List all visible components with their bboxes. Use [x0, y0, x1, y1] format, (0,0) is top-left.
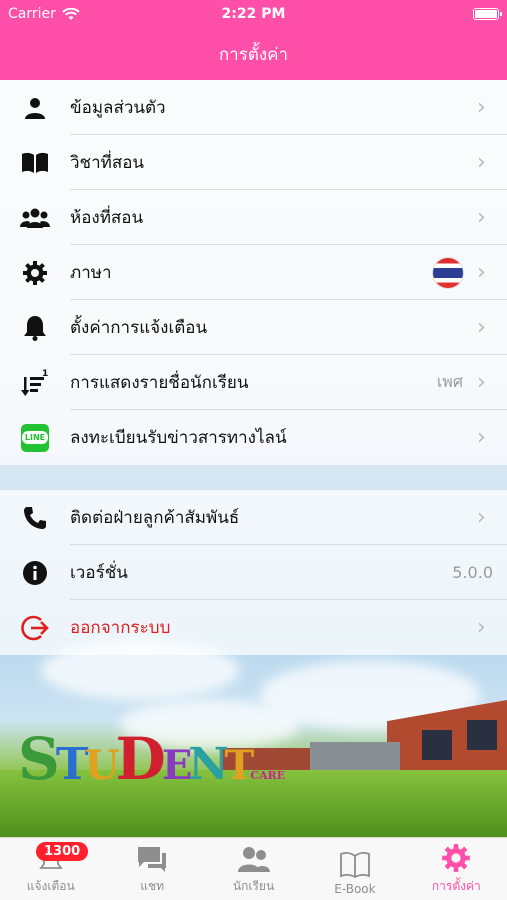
tab-bar: แจ้งเตือน 1300 แชท นักเรียน E-Book การตั… — [0, 837, 507, 900]
student-care-logo: STUDENTCARE — [18, 725, 286, 793]
menu-label: ลงทะเบียนรับข่าวสารทางไลน์ — [70, 428, 287, 448]
line-icon: LINE — [21, 423, 49, 452]
bell-icon — [24, 315, 46, 341]
menu-row-logout[interactable]: ออกจากระบบ › — [0, 600, 507, 655]
menu-row-line-register[interactable]: LINE ลงทะเบียนรับข่าวสารทางไลน์ › — [0, 410, 507, 465]
chevron-right-icon: › — [477, 95, 486, 120]
chevron-right-icon: › — [477, 425, 486, 450]
menu-row-language[interactable]: ภาษา › — [0, 245, 507, 300]
chevron-right-icon: › — [477, 260, 486, 285]
wifi-icon — [62, 7, 80, 20]
phone-icon — [24, 506, 46, 529]
menu-label: ภาษา — [70, 263, 112, 283]
menu-label: วิชาที่สอน — [70, 153, 145, 173]
logout-icon — [21, 615, 49, 640]
menu-label: การแสดงรายชื่อนักเรียน — [70, 373, 249, 393]
settings-tab-icon — [442, 844, 471, 872]
status-bar: Carrier 2:22 PM — [0, 0, 507, 28]
tab-ebook[interactable]: E-Book — [304, 838, 405, 900]
version-value: 5.0.0 — [452, 563, 493, 582]
tab-settings[interactable]: การตั้งค่า — [406, 838, 507, 900]
chevron-right-icon: › — [477, 315, 486, 340]
chevron-right-icon: › — [477, 370, 486, 395]
menu-label: เวอร์ชั่น — [70, 563, 128, 583]
gear-icon — [23, 260, 47, 285]
navigation-bar: การตั้งค่า — [0, 28, 507, 80]
svg-text:1: 1 — [42, 369, 48, 379]
settings-group-support: ติดต่อฝ่ายลูกค้าสัมพันธ์ › เวอร์ชั่น 5.0… — [0, 490, 507, 655]
menu-label: ห้องที่สอน — [70, 208, 144, 228]
menu-row-notification-settings[interactable]: ตั้งค่าการแจ้งเตือน › — [0, 300, 507, 355]
tab-students[interactable]: นักเรียน — [203, 838, 304, 900]
page-title: การตั้งค่า — [218, 44, 289, 65]
menu-row-subjects[interactable]: วิชาที่สอน › — [0, 135, 507, 190]
chevron-right-icon: › — [477, 505, 486, 530]
tab-notifications[interactable]: แจ้งเตือน 1300 — [0, 838, 101, 900]
chevron-right-icon: › — [477, 150, 486, 175]
sort-icon: 1 — [21, 369, 48, 396]
tab-label: แชท — [140, 879, 164, 893]
menu-label: ตั้งค่าการแจ้งเตือน — [70, 318, 208, 338]
thai-flag-icon — [433, 257, 463, 288]
notification-badge: 1300 — [36, 842, 89, 861]
book-icon — [22, 152, 48, 173]
students-icon — [237, 847, 270, 872]
person-icon — [25, 97, 45, 119]
menu-row-contact[interactable]: ติดต่อฝ่ายลูกค้าสัมพันธ์ › — [0, 490, 507, 545]
menu-row-profile[interactable]: ข้อมูลส่วนตัว › — [0, 80, 507, 135]
menu-row-student-list-display[interactable]: 1 การแสดงรายชื่อนักเรียน เพศ › — [0, 355, 507, 410]
info-icon — [23, 560, 47, 585]
menu-row-classrooms[interactable]: ห้องที่สอน › — [0, 190, 507, 245]
tab-label: นักเรียน — [232, 879, 275, 893]
menu-label: ออกจากระบบ — [70, 618, 171, 638]
chevron-right-icon: › — [477, 205, 486, 230]
menu-label: ติดต่อฝ่ายลูกค้าสัมพันธ์ — [70, 508, 240, 528]
chat-icon — [138, 847, 167, 872]
tab-label: การตั้งค่า — [431, 879, 481, 893]
carrier-label: Carrier — [8, 6, 56, 22]
battery-icon — [473, 8, 502, 20]
tab-label: แจ้งเตือน — [26, 879, 75, 893]
group-icon — [20, 208, 50, 228]
settings-group-main: ข้อมูลส่วนตัว › วิชาที่สอน › ห้องที่สอน … — [0, 80, 507, 465]
ebook-icon — [340, 852, 370, 878]
menu-row-version: เวอร์ชั่น 5.0.0 — [0, 545, 507, 600]
tab-chat[interactable]: แชท — [101, 838, 202, 900]
menu-label: ข้อมูลส่วนตัว — [70, 98, 166, 118]
menu-value: เพศ — [436, 372, 463, 391]
tab-label: E-Book — [334, 882, 376, 896]
chevron-right-icon: › — [477, 615, 486, 640]
